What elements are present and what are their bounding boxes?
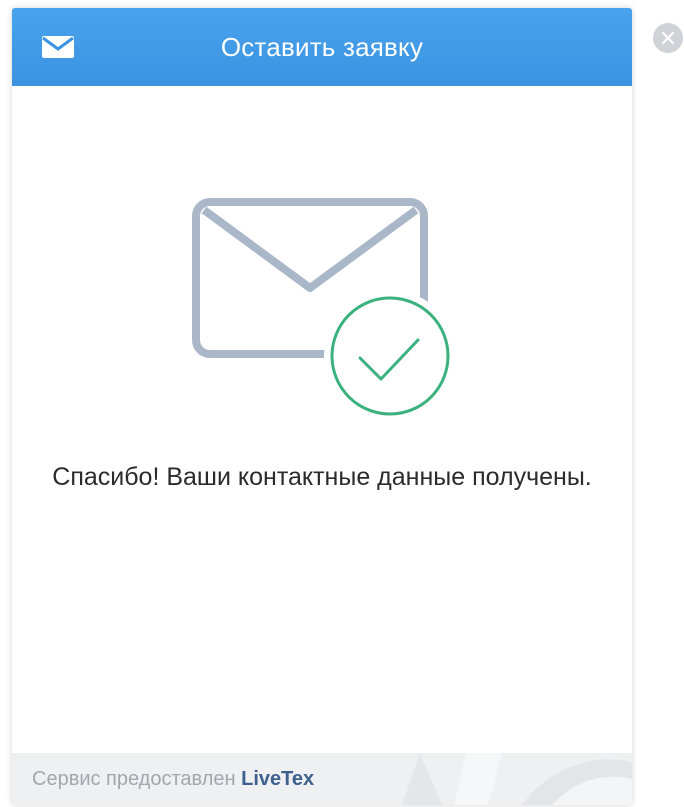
envelope-check-icon bbox=[192, 198, 456, 422]
close-icon[interactable] bbox=[652, 22, 684, 54]
widget-title: Оставить заявку bbox=[220, 32, 424, 62]
widget-footer: Сервис предоставлен LiveTex bbox=[12, 753, 632, 805]
footer-prefix: Сервис предоставлен bbox=[32, 768, 236, 790]
livetex-link[interactable]: LiveTex bbox=[241, 768, 314, 790]
success-message: Спасибо! Ваши контактные данные получены… bbox=[52, 463, 592, 491]
lead-form-widget: Оставить заявку Спасибо! Ваши контактные… bbox=[12, 8, 632, 805]
footer-credit: Сервис предоставлен LiveTex bbox=[32, 753, 314, 805]
widget-header: Оставить заявку bbox=[12, 8, 632, 86]
footer-decoration bbox=[402, 753, 632, 805]
